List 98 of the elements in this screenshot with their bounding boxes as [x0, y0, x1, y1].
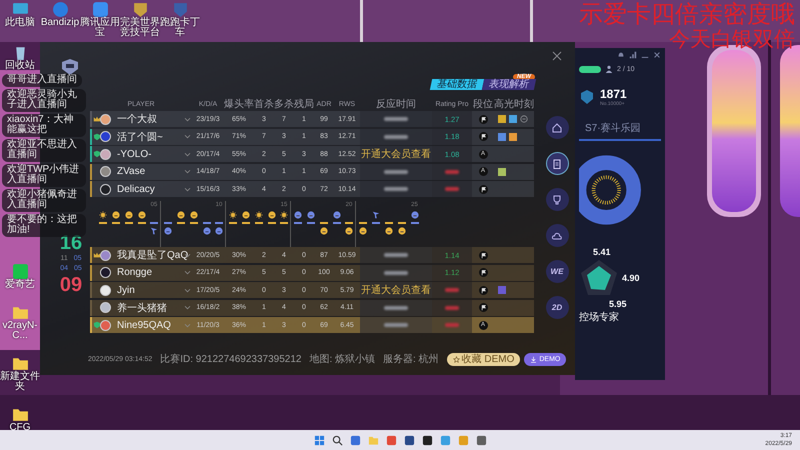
windows-icon[interactable]	[314, 434, 324, 446]
flag-icon	[478, 303, 488, 312]
server-name: 服务器: 杭州	[383, 352, 439, 366]
crown-icon	[93, 115, 101, 123]
icon-label: 完美世界竞技平台	[120, 18, 160, 38]
vip-link[interactable]: 开通大会员查看	[361, 283, 431, 297]
stat-value: 5.41	[593, 247, 611, 257]
circle-icon[interactable]	[520, 115, 528, 123]
bell-icon[interactable]	[617, 51, 625, 59]
highlight-badge[interactable]	[498, 132, 506, 140]
blurred-value	[384, 270, 408, 274]
nav-home-button[interactable]	[546, 116, 568, 139]
chat-message: xiaoxin7：大神能赢这把	[2, 114, 86, 136]
icon-label: 跑跑卡丁车	[160, 18, 200, 38]
demo-button[interactable]: 收藏 DEMO	[446, 352, 520, 366]
flag-icon	[478, 250, 488, 260]
chat-message: 哥哥进入直播间	[2, 74, 82, 86]
player-name: ZVase	[116, 166, 146, 177]
radar-drawing	[579, 258, 619, 298]
player-name: 活了个圆~	[116, 130, 164, 144]
vip-link[interactable]: 开通大会员查看	[361, 147, 431, 161]
home-icon	[551, 122, 563, 134]
player-name: -YOLO-	[116, 148, 152, 160]
icon-label: 新建文件夹	[0, 372, 40, 392]
nav-cloud-button[interactable]	[546, 224, 568, 247]
team-score: 09	[60, 274, 82, 296]
close-icon[interactable]	[653, 51, 661, 59]
column-header: 反应时间	[375, 98, 417, 111]
player-name: Jyin	[116, 284, 136, 296]
flag-icon	[478, 132, 488, 141]
highlight-badge[interactable]	[509, 132, 517, 140]
column-header: 爆头率	[224, 98, 254, 111]
icon-label: CFG	[8, 423, 32, 433]
icon-label: 腾讯应用宝	[80, 18, 120, 38]
tab[interactable]: 基础数据	[430, 79, 484, 90]
status-pill	[579, 66, 601, 72]
app-icon[interactable]	[92, 1, 108, 18]
stat-value: 4.90	[622, 273, 640, 283]
column-header: 多杀	[274, 98, 294, 111]
player-name: 一个大叔	[116, 112, 158, 126]
icon-label: 回收站	[4, 61, 36, 71]
blurred-value	[384, 253, 408, 257]
stream-overlay-text: 示爱卡四倍亲密度哦	[579, 0, 795, 28]
chat-message: 要不要的：这把加油!	[2, 214, 86, 236]
nav-button[interactable]: 2D	[546, 296, 568, 319]
trophy-icon	[551, 194, 563, 206]
nav-button[interactable]: WE	[546, 260, 568, 283]
chat-message: 欢迎TWP小伟进入直播间	[2, 164, 86, 186]
column-header: 首杀	[254, 98, 274, 111]
stream-overlay-text: 今天白银双倍	[669, 28, 795, 50]
shield-icon	[93, 321, 101, 329]
icon-label: Bandizip	[40, 18, 80, 28]
blurred-value	[384, 117, 408, 121]
emblem-icon	[579, 89, 595, 105]
column-header: 高光时刻	[494, 98, 534, 111]
person-icon	[605, 65, 613, 73]
flag-icon	[478, 286, 488, 294]
blurred-value	[384, 134, 408, 138]
blurred-value	[384, 187, 408, 191]
tab[interactable]: 表现解析	[482, 79, 536, 90]
match-id: 比赛ID: 9212274692337395212	[160, 352, 302, 366]
shield-icon	[93, 132, 101, 140]
player-name: Nine95QAQ	[116, 320, 172, 330]
nav-clipboard-button[interactable]	[546, 152, 568, 175]
signal-icon	[629, 51, 637, 59]
rating-score: 1871	[600, 87, 627, 101]
player-name: 养一头猪猪	[116, 302, 168, 314]
blurred-value	[384, 170, 408, 174]
player-name: Delicacy	[116, 184, 156, 194]
icon-label: 此电脑	[4, 18, 36, 28]
blurred-value	[384, 306, 408, 310]
close-icon[interactable]	[552, 51, 562, 61]
column-header: 残局	[294, 98, 314, 111]
chat-message: 欢迎恶灵骑小丸子进入直播间	[2, 88, 86, 112]
flag-icon	[478, 268, 488, 277]
shield-icon	[93, 150, 101, 158]
star-icon	[452, 356, 460, 362]
search-icon[interactable]	[332, 434, 342, 446]
icon-label: v2rayN-C...	[1, 321, 38, 341]
season-selector[interactable]: S7·赛斗乐园	[579, 113, 661, 141]
app-icon[interactable]	[422, 434, 432, 446]
app-icon[interactable]	[404, 434, 414, 446]
download-icon	[530, 356, 538, 362]
crown-icon	[93, 251, 101, 259]
flag-icon	[478, 184, 488, 194]
stat-value: 5.95	[609, 299, 627, 309]
icon-label: 爱奇艺	[4, 280, 36, 290]
column-header: 段位	[472, 98, 494, 111]
clipboard-icon	[551, 158, 563, 170]
player-name: Rongge	[116, 267, 154, 278]
chat-message: 欢迎亚不思进入直播间	[2, 138, 86, 162]
blurred-value	[384, 323, 408, 327]
player-title: 控场专家	[579, 310, 619, 324]
nav-trophy-button[interactable]	[546, 188, 568, 211]
map-name: 地图: 炼狱小镇	[309, 352, 376, 366]
highlight-badge[interactable]	[498, 168, 506, 176]
flag-icon	[478, 114, 488, 124]
chat-message: 欢迎小猪佩奇进入直播间	[2, 188, 86, 212]
